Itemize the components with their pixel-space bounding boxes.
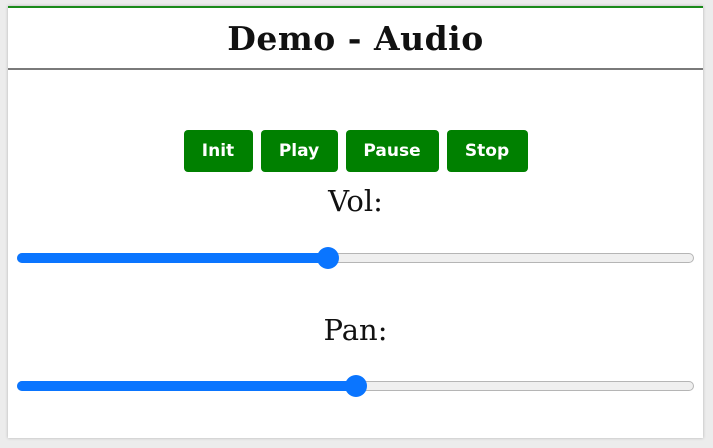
volume-slider-thumb[interactable] — [317, 247, 340, 269]
volume-slider-fill — [17, 253, 329, 263]
pan-label: Pan: — [323, 313, 388, 347]
init-button[interactable]: Init — [183, 130, 253, 172]
pan-slider[interactable] — [17, 375, 694, 397]
play-button[interactable]: Play — [260, 130, 338, 172]
pan-slider-fill — [17, 381, 356, 391]
transport-controls: Init Play Pause Stop — [8, 130, 703, 172]
page-title: Demo - Audio — [227, 18, 484, 58]
audio-demo-card: Demo - Audio Init Play Pause Stop Vol: P… — [8, 6, 703, 438]
volume-label: Vol: — [328, 184, 383, 218]
stop-button[interactable]: Stop — [446, 130, 528, 172]
pause-button[interactable]: Pause — [345, 130, 439, 172]
volume-slider[interactable] — [17, 247, 694, 269]
pan-slider-thumb[interactable] — [344, 375, 367, 397]
header: Demo - Audio — [8, 8, 703, 70]
